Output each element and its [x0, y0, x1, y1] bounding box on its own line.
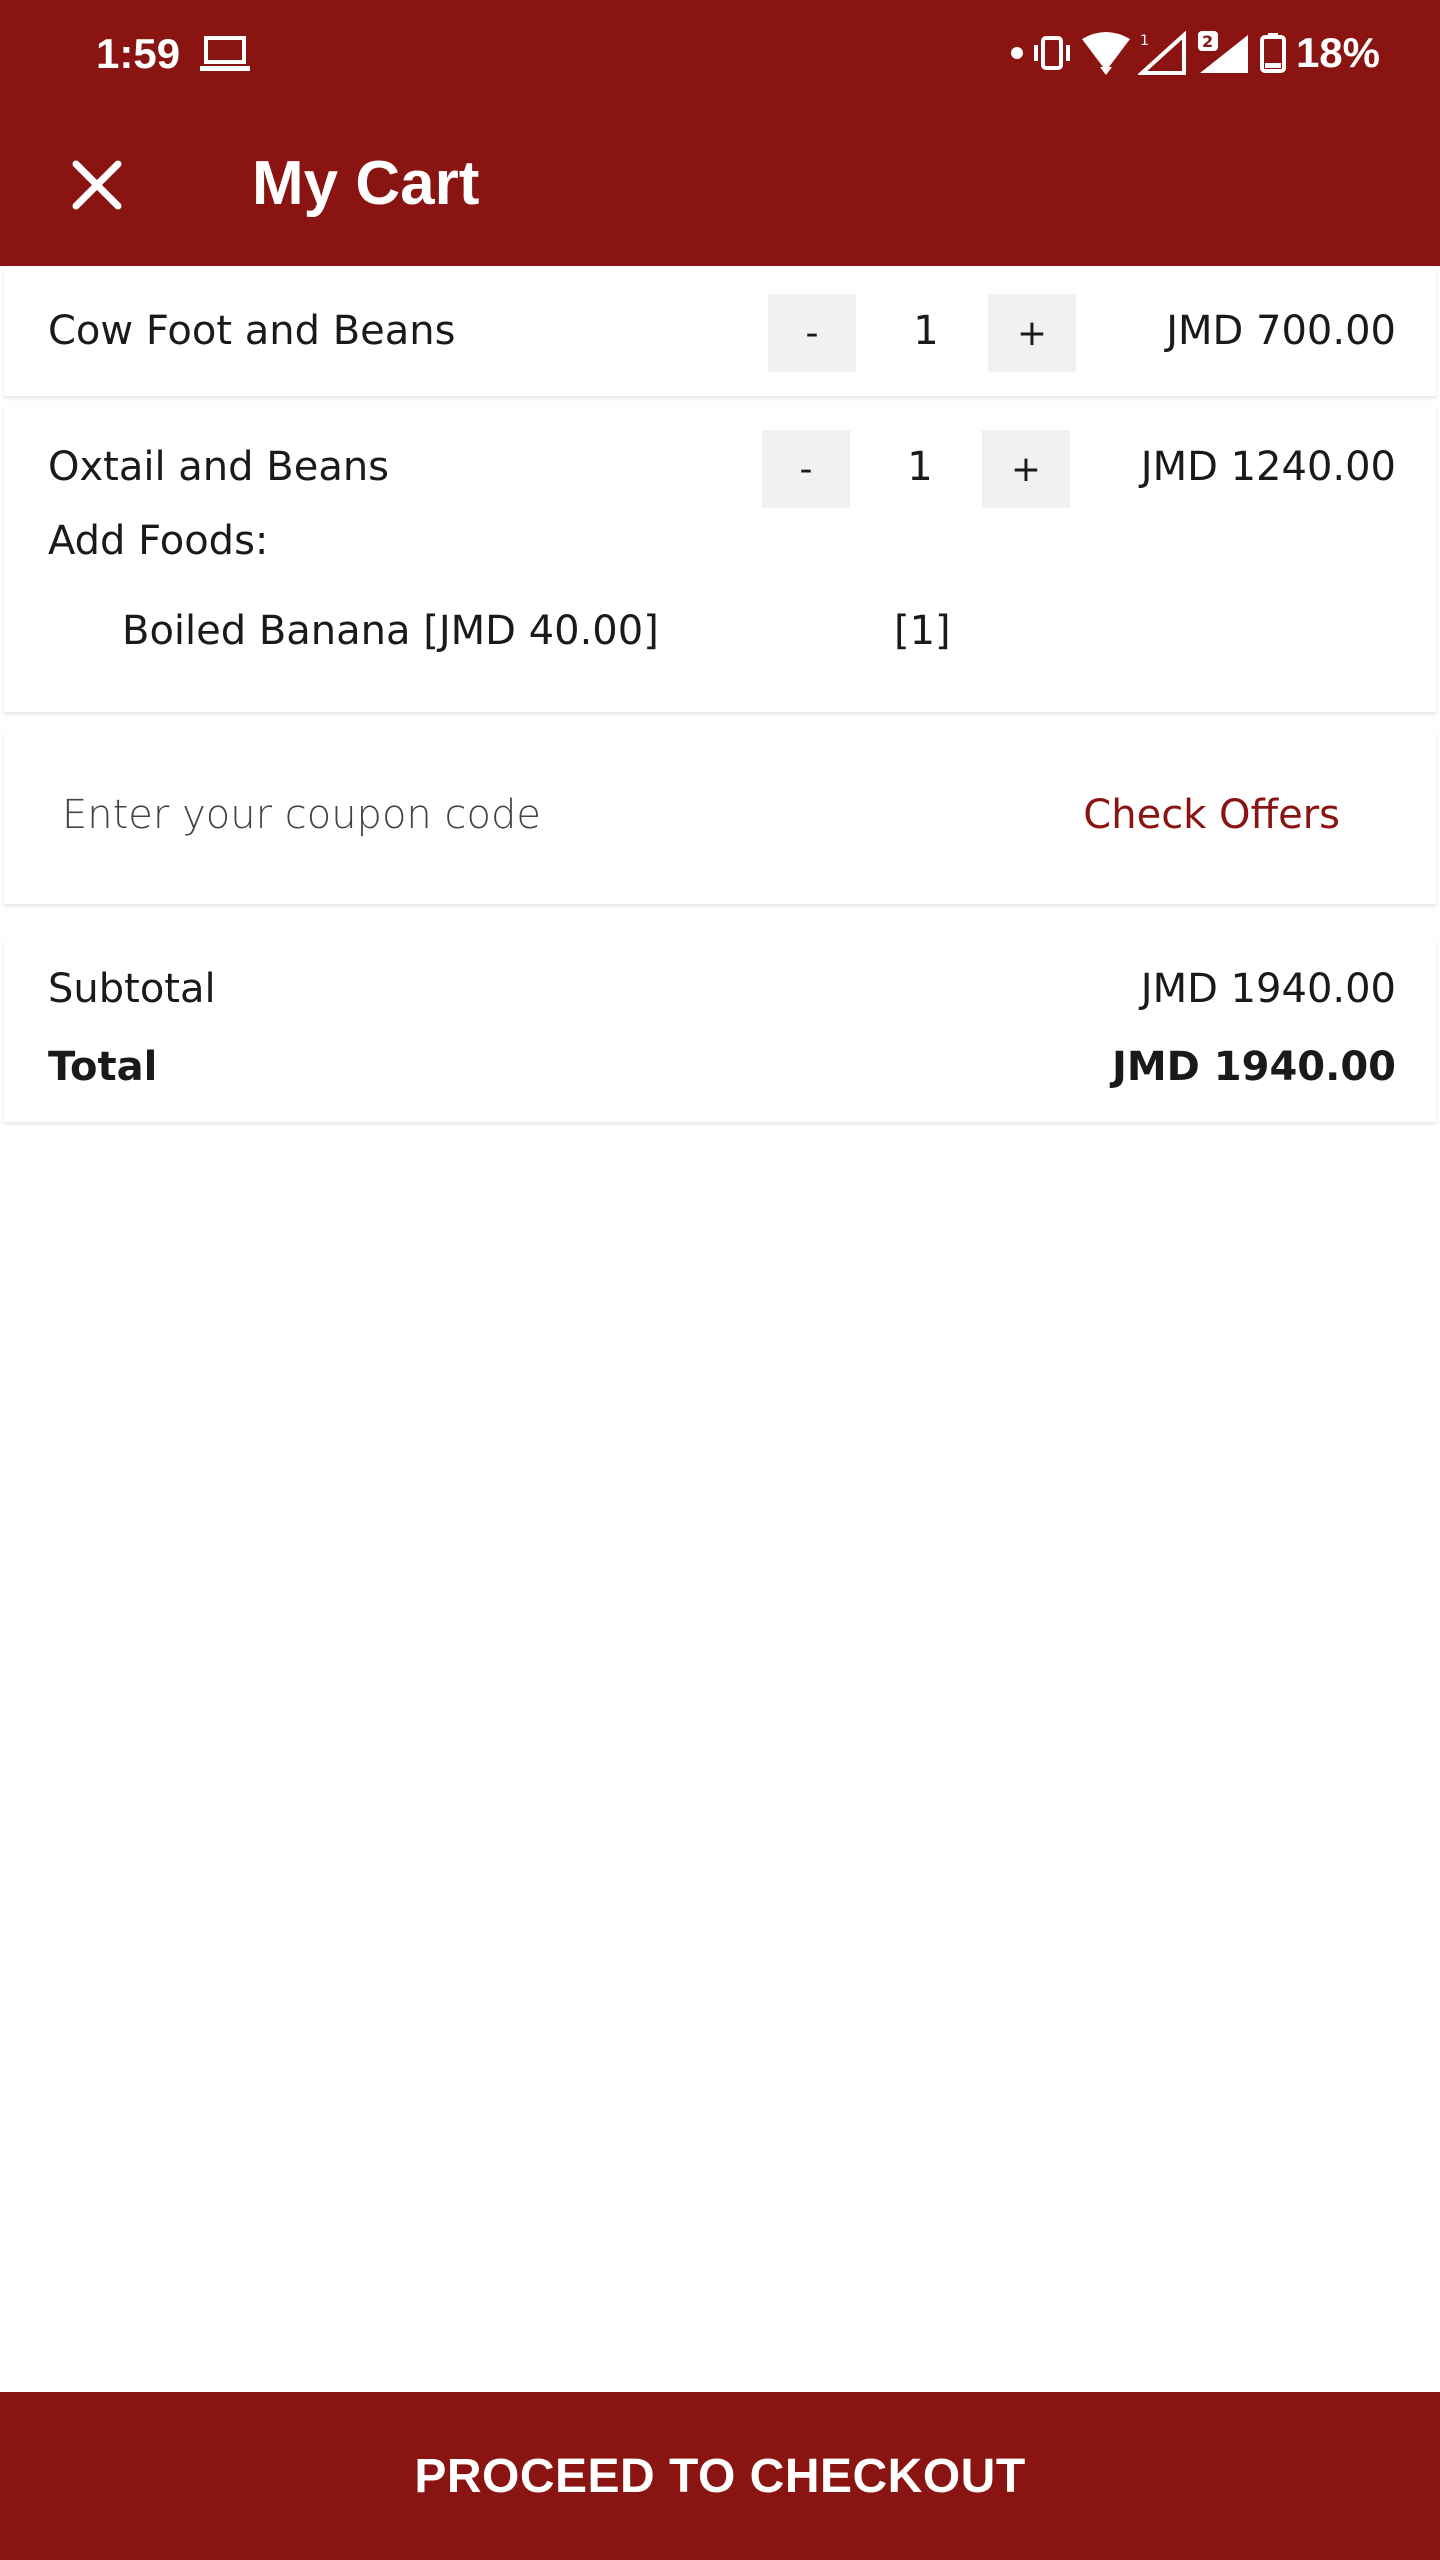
coupon-card: Check Offers	[4, 732, 1436, 904]
subtotal-value: JMD 1940.00	[1140, 966, 1396, 1012]
vibrate-icon	[1030, 33, 1074, 73]
status-bar: 1:59 1 2 18%	[0, 0, 1440, 110]
coupon-code-input[interactable]	[60, 764, 964, 866]
close-icon	[70, 158, 124, 217]
page-title: My Cart	[252, 149, 480, 218]
increase-quantity-button[interactable]: +	[988, 294, 1076, 372]
status-time: 1:59	[96, 30, 181, 77]
add-foods-label: Add Foods:	[48, 518, 269, 564]
order-summary: Subtotal JMD 1940.00 Total JMD 1940.00	[4, 940, 1436, 1122]
cart-item: Cow Foot and Beans - 1 + JMD 700.00	[4, 272, 1436, 396]
battery-percent: 18%	[1295, 29, 1380, 76]
laptop-icon	[200, 34, 250, 74]
wifi-icon	[1080, 31, 1132, 75]
item-price: JMD 700.00	[1166, 308, 1396, 354]
addon-name: Boiled Banana [JMD 40.00]	[122, 608, 659, 654]
decrease-quantity-button[interactable]: -	[768, 294, 856, 372]
addon-quantity: [1]	[894, 608, 951, 654]
total-value: JMD 1940.00	[1111, 1044, 1396, 1090]
total-label: Total	[48, 1044, 158, 1090]
subtotal-label: Subtotal	[48, 966, 216, 1012]
svg-text:1: 1	[1140, 33, 1149, 49]
status-icons: 1 2 18%	[1010, 28, 1380, 78]
item-name: Oxtail and Beans	[48, 444, 390, 490]
signal-1-icon: 1	[1137, 31, 1190, 75]
battery-icon	[1259, 33, 1286, 73]
item-name: Cow Foot and Beans	[48, 308, 456, 354]
close-button[interactable]	[62, 152, 132, 222]
item-price: JMD 1240.00	[1140, 444, 1396, 490]
signal-2-icon: 2	[1196, 31, 1254, 75]
item-quantity: 1	[913, 308, 939, 354]
dot-icon	[1010, 46, 1024, 60]
cart-item: Oxtail and Beans - 1 + JMD 1240.00 Add F…	[4, 406, 1436, 712]
app-bar: 1:59 1 2 18% My Cart	[0, 0, 1440, 266]
item-quantity: 1	[907, 444, 933, 490]
decrease-quantity-button[interactable]: -	[762, 430, 850, 508]
increase-quantity-button[interactable]: +	[982, 430, 1070, 508]
check-offers-link[interactable]: Check Offers	[1083, 792, 1340, 838]
proceed-to-checkout-button[interactable]: PROCEED TO CHECKOUT	[0, 2392, 1440, 2560]
svg-text:2: 2	[1202, 32, 1213, 51]
